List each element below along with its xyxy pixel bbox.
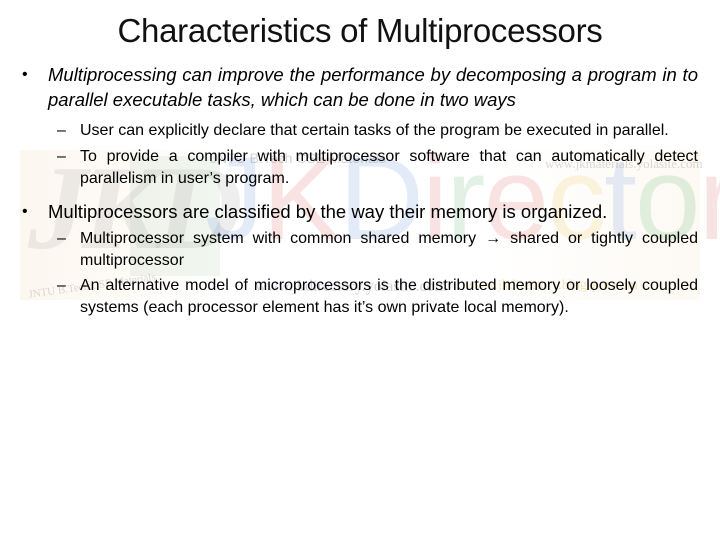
sub-bullet-text: To provide a compiler with multiprocesso… bbox=[80, 148, 698, 187]
sub-bullet-item: – User can explicitly declare that certa… bbox=[57, 120, 698, 142]
bullet-text: Multiprocessing can improve the performa… bbox=[48, 64, 698, 110]
dash-icon: – bbox=[57, 148, 66, 165]
sub-bullet-text: Multiprocessor system with common shared… bbox=[80, 230, 698, 269]
bullet-item: • Multiprocessors are classified by the … bbox=[18, 199, 698, 224]
bullet-icon: • bbox=[22, 66, 28, 83]
bullet-text: Multiprocessors are classified by the wa… bbox=[48, 201, 608, 222]
dash-icon: – bbox=[57, 230, 66, 247]
slide-title: Characteristics of Multiprocessors bbox=[117, 12, 603, 49]
slide-body: • Multiprocessing can improve the perfor… bbox=[18, 62, 698, 319]
bullet-icon: • bbox=[22, 203, 28, 220]
dash-icon: – bbox=[57, 122, 66, 139]
sub-bullet-item: – To provide a compiler with multiproces… bbox=[57, 146, 698, 190]
dash-icon: – bbox=[57, 277, 66, 294]
sub-bullet-text: An alternative model of microprocessors … bbox=[80, 277, 698, 316]
sub-bullet-text: User can explicitly declare that certain… bbox=[80, 122, 669, 139]
sub-bullet-item: – An alternative model of microprocessor… bbox=[57, 275, 698, 319]
bullet-item: • Multiprocessing can improve the perfor… bbox=[18, 62, 698, 112]
slide: Characteristics of Multiprocessors • Mul… bbox=[0, 0, 720, 540]
sub-bullet-item: – Multiprocessor system with common shar… bbox=[57, 228, 698, 272]
